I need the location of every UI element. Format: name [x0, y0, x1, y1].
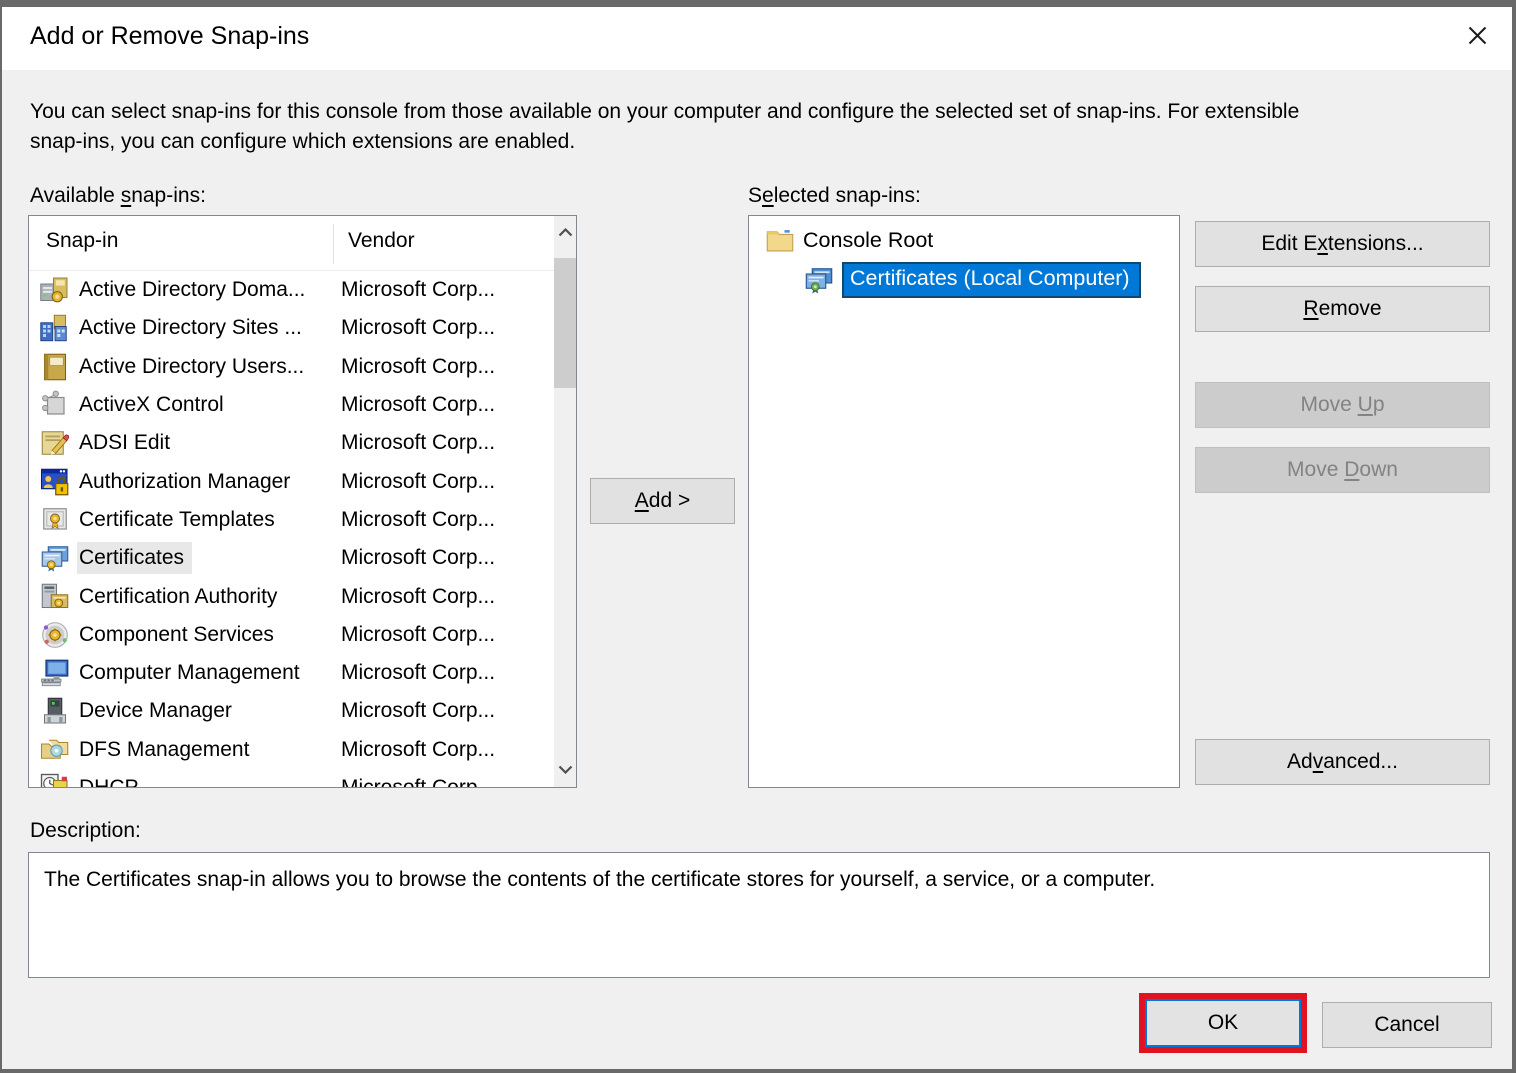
- selected-tree-item-label: Certificates (Local Computer): [842, 262, 1141, 298]
- move-down-button[interactable]: Move Down: [1195, 447, 1490, 493]
- snapin-name: Device Manager: [79, 699, 232, 723]
- snapin-list-item[interactable]: Computer Management Microsoft Corp...: [29, 654, 554, 692]
- snapin-name: ADSI Edit: [79, 431, 171, 455]
- cancel-button[interactable]: Cancel: [1322, 1002, 1492, 1048]
- snapin-vendor: Microsoft Corp...: [341, 776, 495, 787]
- snapin-name: DHCP: [77, 772, 147, 787]
- snapin-vendor: Microsoft Corp...: [341, 316, 496, 340]
- snapin-vendor: Microsoft Corp...: [341, 469, 496, 493]
- column-header-snapin[interactable]: Snap-in: [46, 229, 118, 253]
- column-header-vendor[interactable]: Vendor: [348, 229, 415, 253]
- remove-button[interactable]: Remove: [1195, 286, 1490, 332]
- snapin-vendor: Microsoft Corp...: [341, 622, 496, 646]
- ad-domains-icon: [40, 275, 70, 305]
- available-snapins-list: Snap-in Vendor Active Directory Doma... …: [28, 215, 577, 788]
- folder-icon: [765, 225, 795, 255]
- scrollbar-thumb[interactable]: [554, 258, 576, 388]
- list-header: Snap-in Vendor: [29, 216, 554, 271]
- snapin-vendor: Microsoft Corp...: [341, 507, 496, 531]
- activex-icon: [40, 390, 70, 420]
- snapin-name: Component Services: [79, 622, 274, 646]
- snapin-vendor: Microsoft Corp...: [341, 661, 496, 685]
- close-button[interactable]: [1452, 13, 1502, 63]
- snapin-vendor: Microsoft Corp...: [341, 393, 496, 417]
- snapin-name: Computer Management: [79, 661, 300, 685]
- snapin-list-item[interactable]: Active Directory Sites ... Microsoft Cor…: [29, 309, 554, 347]
- snapin-vendor: Microsoft Corp...: [341, 431, 496, 455]
- dialog-instructions: You can select snap-ins for this console…: [30, 100, 1300, 153]
- scrollbar-down-button[interactable]: [554, 755, 576, 785]
- snapin-list-item[interactable]: Authorization Manager Microsoft Corp...: [29, 462, 554, 500]
- available-snapins-label: Available snap-ins:: [30, 184, 206, 207]
- certificate-templates-icon: [40, 505, 70, 535]
- snapin-list-item[interactable]: Active Directory Doma... Microsoft Corp.…: [29, 271, 554, 309]
- snapin-list-item[interactable]: Device Manager Microsoft Corp...: [29, 692, 554, 730]
- snapin-list-item[interactable]: ADSI Edit Microsoft Corp...: [29, 424, 554, 462]
- chevron-down-icon: [558, 761, 573, 779]
- selected-snapins-panel: Console Root Certificates (Local Compute…: [748, 215, 1180, 788]
- tree-item-certificates[interactable]: Certificates (Local Computer): [804, 262, 1141, 298]
- certificates-icon: [40, 543, 70, 573]
- snapin-name: DFS Management: [79, 737, 250, 761]
- snapin-name: Active Directory Users...: [79, 354, 305, 378]
- snapin-list-item[interactable]: Component Services Microsoft Corp...: [29, 616, 554, 654]
- dialog-add-remove-snapins: Add or Remove Snap-ins You can select sn…: [0, 0, 1516, 1073]
- title-bar: Add or Remove Snap-ins: [2, 7, 1512, 70]
- device-manager-icon: [40, 696, 70, 726]
- snapin-name: Certificate Templates: [79, 507, 275, 531]
- snapin-list-item[interactable]: Certificates Microsoft Corp...: [29, 539, 554, 577]
- close-icon: [1464, 22, 1491, 54]
- snapin-name: Authorization Manager: [79, 469, 291, 493]
- snapin-name: Active Directory Sites ...: [79, 316, 302, 340]
- description-box: The Certificates snap-in allows you to b…: [28, 852, 1490, 978]
- snapin-vendor: Microsoft Corp...: [341, 699, 496, 723]
- certificates-icon: [804, 265, 834, 295]
- edit-extensions-button[interactable]: Edit Extensions...: [1195, 221, 1490, 267]
- ad-sites-icon: [40, 313, 70, 343]
- selected-snapins-label: Selected snap-ins:: [748, 184, 921, 207]
- snapin-vendor: Microsoft Corp...: [341, 737, 496, 761]
- description-label: Description:: [30, 819, 141, 842]
- ad-users-icon: [40, 352, 70, 382]
- snapin-name: Certification Authority: [79, 584, 278, 608]
- ok-button[interactable]: OK: [1145, 999, 1301, 1047]
- advanced-button[interactable]: Advanced...: [1195, 739, 1490, 785]
- dfs-management-icon: [40, 735, 70, 765]
- snapin-list-item[interactable]: Certification Authority Microsoft Corp..…: [29, 577, 554, 615]
- snapin-list-item[interactable]: DFS Management Microsoft Corp...: [29, 731, 554, 769]
- scrollbar-up-button[interactable]: [554, 218, 576, 248]
- snapin-vendor: Microsoft Corp...: [341, 354, 496, 378]
- ok-highlight-annotation: OK: [1139, 993, 1307, 1053]
- computer-management-icon: [40, 658, 70, 688]
- tree-item-console-root[interactable]: Console Root: [765, 225, 933, 255]
- dhcp-icon: [40, 773, 70, 787]
- snapin-vendor: Microsoft Corp...: [341, 546, 496, 570]
- snapin-list-item[interactable]: Certificate Templates Microsoft Corp...: [29, 501, 554, 539]
- snapin-vendor: Microsoft Corp...: [341, 278, 496, 302]
- dialog-title: Add or Remove Snap-ins: [30, 22, 310, 50]
- snapin-vendor: Microsoft Corp...: [341, 584, 496, 608]
- certification-authority-icon: [40, 582, 70, 612]
- snapin-list-item[interactable]: ActiveX Control Microsoft Corp...: [29, 386, 554, 424]
- chevron-up-icon: [558, 224, 573, 242]
- component-services-icon: [40, 620, 70, 650]
- snapin-name: Certificates: [77, 542, 193, 575]
- tree-item-label: Console Root: [803, 227, 934, 252]
- snapin-list-item[interactable]: DHCP Microsoft Corp...: [29, 769, 554, 787]
- vertical-scrollbar[interactable]: [554, 216, 576, 787]
- move-up-button[interactable]: Move Up: [1195, 382, 1490, 428]
- column-divider: [333, 224, 334, 264]
- add-button[interactable]: Add >: [590, 478, 735, 524]
- authorization-manager-icon: [40, 467, 70, 497]
- adsi-edit-icon: [40, 428, 70, 458]
- snapin-list-item[interactable]: Active Directory Users... Microsoft Corp…: [29, 348, 554, 386]
- snapin-name: ActiveX Control: [79, 393, 224, 417]
- snapin-name: Active Directory Doma...: [79, 278, 306, 302]
